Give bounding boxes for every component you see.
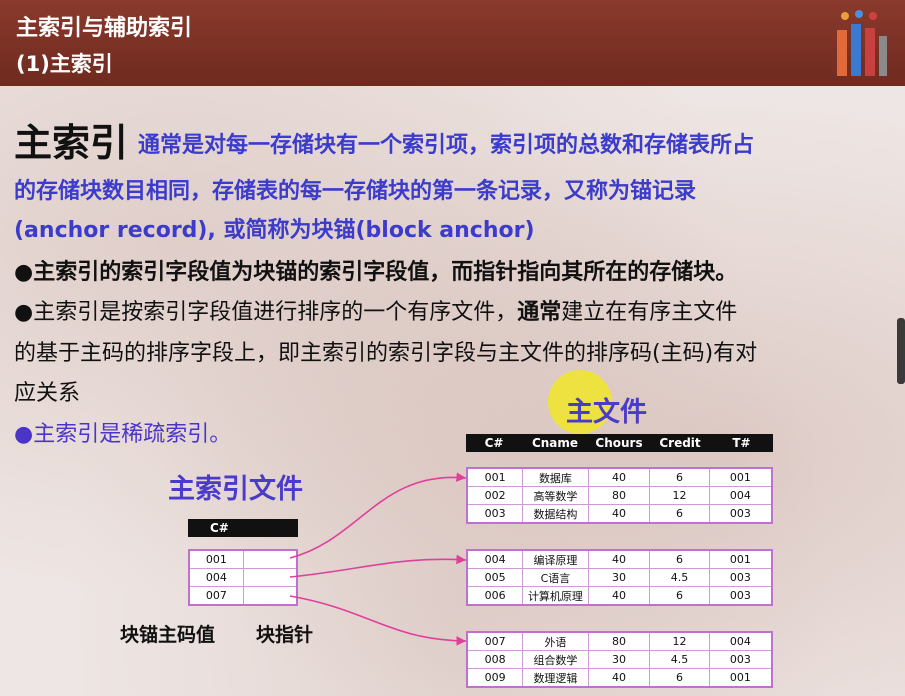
pointer-arrow-3: [289, 595, 467, 646]
pointer-arrows: [289, 472, 467, 646]
pointer-arrow-1: [289, 472, 467, 559]
scrollbar-handle[interactable]: [897, 318, 905, 384]
pointer-arrow-2: [289, 554, 467, 578]
